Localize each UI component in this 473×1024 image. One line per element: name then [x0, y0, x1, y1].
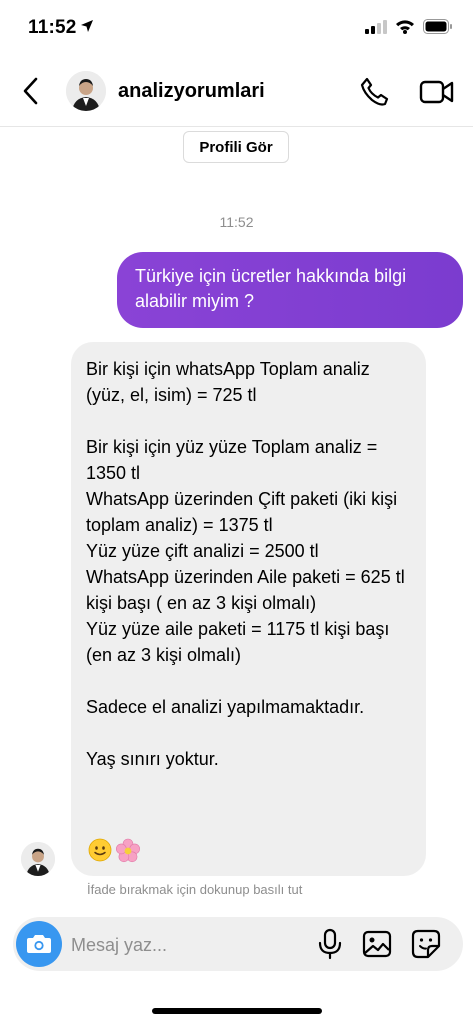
voice-call-button[interactable] — [358, 76, 390, 108]
avatar-photo — [66, 71, 106, 111]
phone-icon — [360, 77, 389, 106]
message-input[interactable] — [69, 927, 293, 963]
chat-header: analizyorumlari — [0, 58, 473, 127]
received-message-bubble[interactable]: Bir kişi için whatsApp Toplam analiz (yü… — [71, 342, 426, 876]
sticker-icon — [411, 929, 441, 959]
reaction-hint: İfade bırakmak için dokunup basılı tut — [87, 882, 303, 897]
sent-message-bubble[interactable]: Türkiye için ücretler hakkında bilgi ala… — [117, 252, 463, 328]
status-indicators — [365, 19, 453, 34]
status-bar: 11:52 — [0, 0, 473, 58]
microphone-icon — [318, 928, 342, 960]
signal-icon — [365, 19, 387, 34]
message-timestamp: 11:52 — [219, 214, 254, 230]
wifi-icon — [396, 20, 414, 34]
back-button[interactable] — [18, 74, 46, 108]
sender-avatar[interactable] — [21, 842, 55, 876]
location-arrow-icon — [81, 20, 93, 32]
camera-button[interactable] — [16, 921, 62, 967]
back-chevron-icon — [23, 77, 38, 105]
sender-avatar-photo — [21, 842, 55, 876]
message-composer — [13, 917, 463, 971]
flower-emoji-icon — [116, 838, 141, 863]
camera-icon — [27, 935, 51, 953]
battery-icon — [423, 19, 452, 34]
emoji-row — [88, 838, 141, 864]
gallery-button[interactable] — [361, 928, 393, 960]
video-call-button[interactable] — [418, 76, 456, 108]
voice-message-button[interactable] — [315, 928, 345, 960]
gallery-icon — [362, 930, 392, 958]
sticker-button[interactable] — [410, 928, 442, 960]
home-indicator — [152, 1008, 322, 1014]
smile-emoji-icon — [88, 838, 112, 862]
view-profile-button[interactable]: Profili Gör — [183, 131, 289, 163]
status-time: 11:52 — [28, 17, 77, 38]
chat-username[interactable]: analizyorumlari — [118, 80, 265, 103]
avatar[interactable] — [66, 71, 106, 111]
video-camera-icon — [419, 80, 454, 104]
